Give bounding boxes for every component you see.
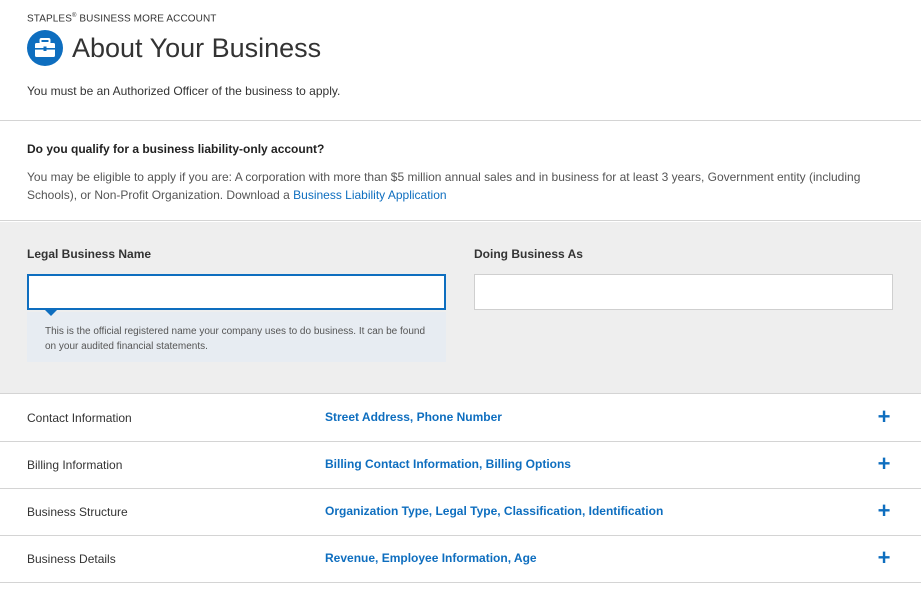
section-summary: Organization Type, Legal Type, Classific…: [325, 504, 664, 518]
business-liability-application-link[interactable]: Business Liability Application: [293, 188, 446, 202]
doing-business-as-input[interactable]: [474, 274, 893, 310]
section-summary: Billing Contact Information, Billing Opt…: [325, 457, 571, 471]
section-title: Business Details: [27, 552, 116, 566]
legal-name-help-tooltip: This is the official registered name you…: [27, 309, 446, 362]
legal-business-name-input[interactable]: [27, 274, 446, 310]
page-title: About Your Business: [72, 33, 322, 63]
legal-business-name-label: Legal Business Name: [27, 247, 152, 261]
section-summary: Revenue, Employee Information, Age: [325, 551, 537, 565]
section-title: Contact Information: [27, 411, 132, 425]
section-business-details[interactable]: Business Details Revenue, Employee Infor…: [0, 536, 921, 583]
expand-plus-icon[interactable]: +: [874, 546, 894, 570]
liability-account-notice: Do you qualify for a business liability-…: [0, 122, 921, 221]
business-name-form: Legal Business Name This is the official…: [0, 222, 921, 394]
section-contact-information[interactable]: Contact Information Street Address, Phon…: [0, 395, 921, 442]
page-subtitle: You must be an Authorized Officer of the…: [27, 84, 341, 98]
page-header: STAPLES® BUSINESS MORE ACCOUNT About You…: [0, 0, 921, 121]
program-name: STAPLES® BUSINESS MORE ACCOUNT: [27, 13, 217, 25]
legal-name-help-text: This is the official registered name you…: [45, 326, 426, 352]
expand-plus-icon[interactable]: +: [874, 452, 894, 476]
expand-plus-icon[interactable]: +: [874, 405, 894, 429]
briefcase-icon: [27, 30, 63, 66]
section-business-structure[interactable]: Business Structure Organization Type, Le…: [0, 489, 921, 536]
section-billing-information[interactable]: Billing Information Billing Contact Info…: [0, 442, 921, 489]
qualify-description: You may be eligible to apply if you are:…: [27, 170, 861, 202]
doing-business-as-label: Doing Business As: [474, 247, 583, 261]
section-title: Billing Information: [27, 458, 123, 472]
section-title: Business Structure: [27, 505, 128, 519]
section-summary: Street Address, Phone Number: [325, 410, 502, 424]
qualify-question: Do you qualify for a business liability-…: [27, 142, 325, 156]
expand-plus-icon[interactable]: +: [874, 499, 894, 523]
tooltip-pointer: [44, 309, 58, 316]
